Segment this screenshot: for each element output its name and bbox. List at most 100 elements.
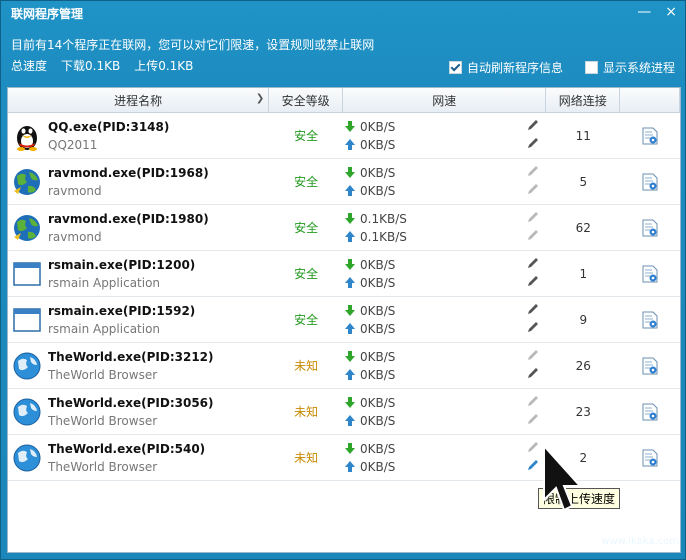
rule-settings-icon[interactable] bbox=[642, 127, 658, 145]
table-row[interactable]: rsmain.exe(PID:1200) rsmain Application … bbox=[8, 251, 680, 297]
security-level: 未知 bbox=[294, 405, 319, 419]
app-window-icon bbox=[13, 261, 41, 286]
download-speed: 0KB/S bbox=[345, 118, 395, 136]
upload-limit-pencil-icon[interactable] bbox=[526, 412, 540, 426]
action-cell bbox=[620, 159, 680, 204]
action-cell bbox=[620, 113, 680, 158]
download-speed: 0KB/S bbox=[345, 256, 395, 274]
table-row[interactable]: ravmond.exe(PID:1980) ravmond 安全 0.1KB/S… bbox=[8, 205, 680, 251]
download-speed-value: 0KB/S bbox=[360, 165, 396, 180]
limit-controls bbox=[526, 348, 540, 380]
action-cell bbox=[620, 435, 680, 480]
process-description: TheWorld Browser bbox=[48, 367, 158, 382]
download-limit-pencil-icon[interactable] bbox=[526, 256, 540, 270]
download-speed-value: 0KB/S bbox=[360, 349, 396, 364]
connection-count: 23 bbox=[575, 404, 591, 419]
table-row[interactable]: QQ.exe(PID:3148) QQ2011 安全 0KB/S 0KB/S 1… bbox=[8, 113, 680, 159]
title-bar: 联网程序管理 bbox=[1, 1, 685, 25]
security-level: 安全 bbox=[294, 313, 319, 327]
rule-settings-icon[interactable] bbox=[642, 403, 658, 421]
upload-limit-pencil-icon[interactable] bbox=[526, 136, 540, 150]
download-limit-pencil-icon[interactable] bbox=[526, 440, 540, 454]
download-limit-pencil-icon[interactable] bbox=[526, 210, 540, 224]
auto-refresh-option[interactable]: 自动刷新程序信息 bbox=[448, 59, 563, 76]
action-cell bbox=[620, 389, 680, 434]
column-process-name[interactable]: 进程名称 ❯ bbox=[8, 88, 270, 112]
watermark-brand: 瑞星卡卡 bbox=[591, 511, 679, 535]
limit-controls bbox=[526, 164, 540, 196]
upload-limit-pencil-icon[interactable] bbox=[526, 366, 540, 380]
rule-settings-icon[interactable] bbox=[642, 449, 658, 467]
auto-refresh-checkbox[interactable] bbox=[448, 61, 462, 74]
ravmond-globe-icon bbox=[14, 214, 40, 241]
upload-arrow-icon bbox=[345, 415, 356, 426]
upload-limit-pencil-icon[interactable] bbox=[526, 274, 540, 288]
column-connections[interactable]: 网络连接 bbox=[546, 88, 621, 112]
download-speed-value: 0KB/S bbox=[360, 441, 396, 456]
download-speed: 0KB/S bbox=[345, 164, 395, 182]
download-speed: 0KB/S bbox=[345, 302, 395, 320]
table-row[interactable]: ravmond.exe(PID:1968) ravmond 安全 0KB/S 0… bbox=[8, 159, 680, 205]
speed-cell: 0KB/S 0KB/S bbox=[343, 297, 546, 342]
connection-count: 1 bbox=[579, 266, 588, 281]
download-total: 下载0.1KB bbox=[61, 59, 121, 73]
download-speed: 0KB/S bbox=[345, 348, 395, 366]
action-cell bbox=[620, 297, 680, 342]
upload-speed: 0KB/S bbox=[345, 136, 395, 154]
rule-settings-icon[interactable] bbox=[642, 265, 658, 283]
table-row[interactable]: rsmain.exe(PID:1592) rsmain Application … bbox=[8, 297, 680, 343]
table-row[interactable]: TheWorld.exe(PID:3056) TheWorld Browser … bbox=[8, 389, 680, 435]
rule-settings-icon[interactable] bbox=[642, 219, 658, 237]
close-button[interactable]: × bbox=[665, 5, 677, 19]
mouse-cursor-icon bbox=[543, 444, 582, 512]
upload-speed-value: 0KB/S bbox=[360, 367, 396, 382]
upload-speed: 0KB/S bbox=[345, 412, 395, 430]
rule-settings-icon[interactable] bbox=[642, 173, 658, 191]
process-name: TheWorld.exe(PID:3212) bbox=[48, 349, 214, 364]
upload-arrow-icon bbox=[345, 461, 356, 472]
download-limit-pencil-icon[interactable] bbox=[526, 394, 540, 408]
download-limit-pencil-icon[interactable] bbox=[526, 164, 540, 178]
download-arrow-icon bbox=[345, 443, 356, 454]
process-name: ravmond.exe(PID:1968) bbox=[48, 165, 209, 180]
process-description: rsmain Application bbox=[48, 275, 161, 290]
qq-penguin-icon bbox=[17, 125, 37, 151]
speed-cell: 0KB/S 0KB/S bbox=[343, 251, 546, 296]
column-speed[interactable]: 网速 bbox=[343, 88, 547, 112]
process-name-block: TheWorld.exe(PID:3056) TheWorld Browser bbox=[48, 396, 214, 428]
download-speed: 0KB/S bbox=[345, 394, 395, 412]
show-system-option[interactable]: 显示系统进程 bbox=[584, 59, 675, 76]
download-arrow-icon bbox=[345, 351, 356, 362]
process-cell: TheWorld.exe(PID:3212) TheWorld Browser bbox=[8, 343, 269, 388]
upload-speed: 0KB/S bbox=[345, 366, 395, 384]
upload-limit-pencil-icon[interactable] bbox=[526, 458, 540, 472]
column-speed-label: 网速 bbox=[432, 93, 457, 108]
process-name-block: ravmond.exe(PID:1968) ravmond bbox=[48, 166, 209, 198]
upload-arrow-icon bbox=[345, 139, 356, 150]
upload-arrow-icon bbox=[345, 185, 356, 196]
process-cell: QQ.exe(PID:3148) QQ2011 bbox=[8, 113, 269, 158]
download-limit-pencil-icon[interactable] bbox=[526, 302, 540, 316]
rule-settings-icon[interactable] bbox=[642, 357, 658, 375]
rule-settings-icon[interactable] bbox=[642, 311, 658, 329]
download-limit-pencil-icon[interactable] bbox=[526, 348, 540, 362]
table-row[interactable]: TheWorld.exe(PID:3212) TheWorld Browser … bbox=[8, 343, 680, 389]
watermark-logo: 瑞星卡卡 www.ikaka.com bbox=[561, 507, 679, 553]
upload-limit-pencil-icon[interactable] bbox=[526, 320, 540, 334]
upload-limit-pencil-icon[interactable] bbox=[526, 228, 540, 242]
process-cell: ravmond.exe(PID:1968) ravmond bbox=[8, 159, 269, 204]
speed-cell: 0.1KB/S 0.1KB/S bbox=[343, 205, 546, 250]
speed-cell: 0KB/S 0KB/S bbox=[343, 159, 546, 204]
upload-limit-pencil-icon[interactable] bbox=[526, 182, 540, 196]
process-description: TheWorld Browser bbox=[48, 413, 158, 428]
download-limit-pencil-icon[interactable] bbox=[526, 118, 540, 132]
window-title: 联网程序管理 bbox=[11, 6, 84, 21]
upload-speed-value: 0.1KB/S bbox=[360, 229, 407, 244]
show-system-checkbox[interactable] bbox=[584, 61, 598, 74]
process-name-block: rsmain.exe(PID:1592) rsmain Application bbox=[48, 304, 195, 336]
app-window-icon bbox=[13, 307, 41, 332]
download-arrow-icon bbox=[345, 121, 356, 132]
limit-controls bbox=[526, 394, 540, 426]
minimize-button[interactable]: — bbox=[637, 5, 651, 19]
column-security[interactable]: 安全等级 bbox=[269, 88, 343, 112]
